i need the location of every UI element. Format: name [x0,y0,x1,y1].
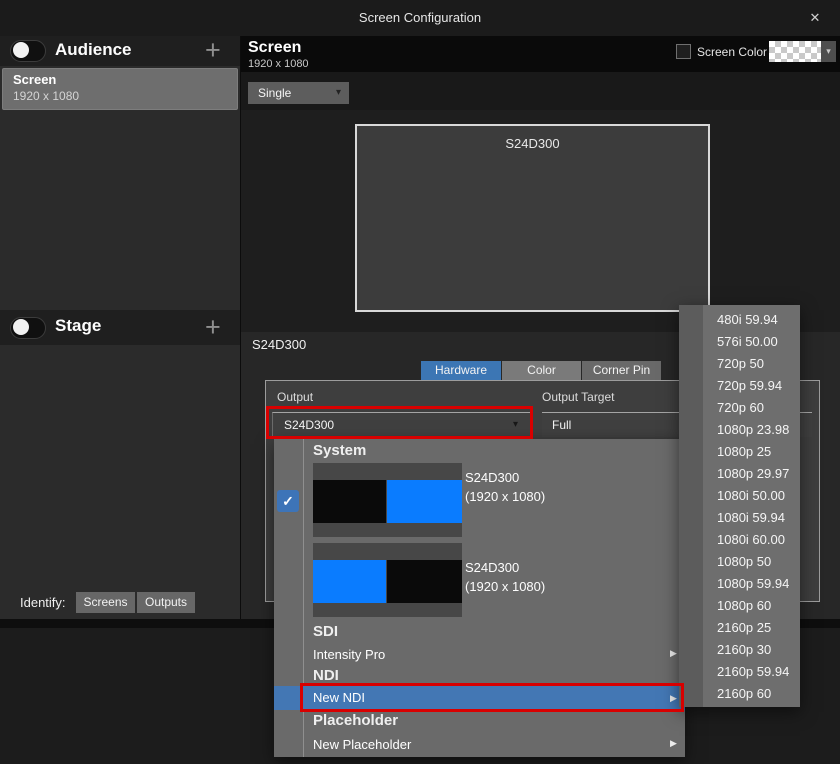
submenu-gutter [679,305,703,707]
output-target-label: Output Target [542,390,615,404]
title-bar: Screen Configuration ✕ [0,0,840,36]
menu-item-new-ndi-label: New NDI [313,690,365,705]
thumb-screen-right [387,480,462,523]
sidebar-item-screen[interactable]: Screen 1920 x 1080 [2,68,238,110]
tab-hardware[interactable]: Hardware [421,361,501,380]
stage-label: Stage [55,316,101,336]
format-option[interactable]: 1080p 25 [717,441,797,463]
add-audience-screen-icon[interactable]: + [205,37,221,63]
format-option[interactable]: 2160p 25 [717,617,797,639]
format-option[interactable]: 1080p 60 [717,595,797,617]
page-title: Screen [248,39,301,57]
thumb-screen-left [313,480,386,523]
format-option[interactable]: 1080p 23.98 [717,419,797,441]
format-option[interactable]: 1080p 59.94 [717,573,797,595]
screen-item-name: Screen [13,72,56,87]
output-label: Output [277,390,313,404]
dialog-title: Screen Configuration [0,0,840,36]
submenu-arrow-icon: ▶ [670,693,677,704]
menu-item-system-2-name[interactable]: S24D300 [465,560,519,575]
chevron-down-icon: ▾ [336,82,341,104]
format-option[interactable]: 1080i 60.00 [717,529,797,551]
display-thumbnail[interactable] [313,463,462,537]
toggle-knob [13,319,29,335]
menu-item-new-placeholder[interactable]: New Placeholder [313,737,411,752]
format-option[interactable]: 1080i 50.00 [717,485,797,507]
format-option[interactable]: 720p 59.94 [717,375,797,397]
screen-color-dropdown-icon[interactable]: ▾ [821,41,836,62]
arrangement-dropdown[interactable]: Single ▾ [248,82,349,104]
tab-color[interactable]: Color [502,361,581,380]
preview-screen-name: S24D300 [357,136,708,151]
format-submenu: 480i 59.94 576i 50.00 720p 50 720p 59.94… [679,305,800,707]
menu-header-ndi: NDI [313,667,339,684]
format-option[interactable]: 480i 59.94 [717,309,797,331]
format-option[interactable]: 2160p 59.94 [717,661,797,683]
thumb-screen-left [313,560,386,603]
screen-configuration-dialog: Screen Configuration ✕ Audience + Screen… [0,0,840,764]
output-target-value: Full [552,413,571,437]
format-option[interactable]: 720p 60 [717,397,797,419]
screen-item-resolution: 1920 x 1080 [13,89,79,103]
audience-header: Audience + [0,36,240,66]
menu-item-new-ndi[interactable]: New NDI ▶ [274,686,685,710]
menu-item-system-1-resolution: (1920 x 1080) [465,489,545,504]
menu-item-intensity-pro[interactable]: Intensity Pro [313,647,385,662]
page-resolution: 1920 x 1080 [248,58,309,70]
output-dropdown[interactable]: S24D300 ▾ [272,412,531,437]
thumb-screen-right [387,560,462,603]
format-option[interactable]: 576i 50.00 [717,331,797,353]
close-icon[interactable]: ✕ [802,6,828,30]
format-option[interactable]: 1080i 59.94 [717,507,797,529]
format-option[interactable]: 1080p 29.97 [717,463,797,485]
arrangement-value: Single [258,82,291,104]
menu-item-system-2-resolution: (1920 x 1080) [465,579,545,594]
add-stage-screen-icon[interactable]: + [205,314,221,340]
output-value: S24D300 [284,413,334,437]
screen-color-label: Screen Color [697,45,767,59]
sidebar: Audience + Screen 1920 x 1080 Stage + Id… [0,36,240,620]
tab-corner-pin[interactable]: Corner Pin [582,361,661,380]
format-option[interactable]: 1080p 50 [717,551,797,573]
stage-header: Stage + [0,310,240,345]
toggle-knob [13,42,29,58]
screen-preview[interactable]: S24D300 [355,124,710,312]
audience-label: Audience [55,40,132,60]
screen-color-swatch[interactable] [769,41,821,62]
check-icon: ✓ [277,490,299,512]
menu-header-placeholder: Placeholder [313,712,398,729]
submenu-arrow-icon: ▶ [670,738,677,749]
chevron-down-icon: ▾ [513,413,518,437]
stage-toggle[interactable] [10,317,46,339]
audience-toggle[interactable] [10,40,46,62]
format-option[interactable]: 2160p 30 [717,639,797,661]
format-option[interactable]: 2160p 60 [717,683,797,705]
menu-header-sdi: SDI [313,623,338,640]
screen-color-checkbox[interactable] [676,44,691,59]
display-thumbnail[interactable] [313,543,462,617]
format-option[interactable]: 720p 50 [717,353,797,375]
identify-label: Identify: [20,595,66,610]
identify-screens-button[interactable]: Screens [76,592,135,613]
output-section-title: S24D300 [252,337,306,352]
menu-header-system: System [313,442,366,459]
output-menu: System ✓ S24D300 (1920 x 1080) S24D300 (… [274,439,685,757]
menu-item-system-1-name[interactable]: S24D300 [465,470,519,485]
identify-outputs-button[interactable]: Outputs [137,592,195,613]
submenu-arrow-icon: ▶ [670,648,677,659]
